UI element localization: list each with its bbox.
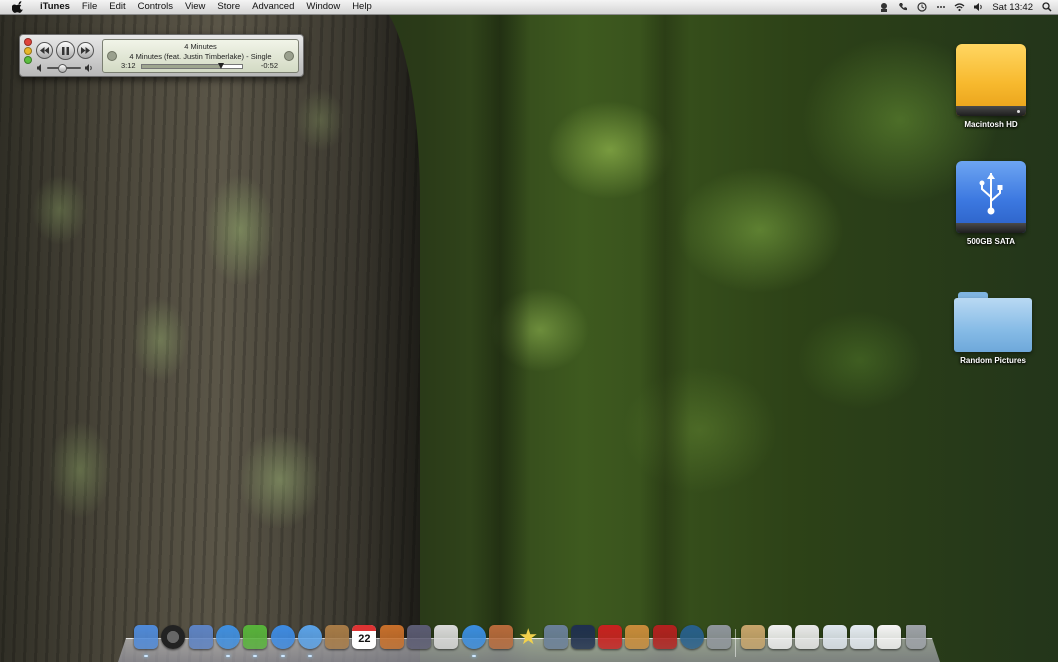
rewind-icon bbox=[40, 47, 49, 54]
dock-item-stocks[interactable] bbox=[434, 625, 459, 649]
dock-item-address-book[interactable] bbox=[325, 625, 350, 649]
pause-icon bbox=[62, 46, 69, 55]
menu-controls[interactable]: Controls bbox=[132, 0, 179, 14]
dock-item-safari[interactable] bbox=[215, 625, 240, 649]
dock-item-front-row[interactable] bbox=[598, 625, 623, 649]
menu-store[interactable]: Store bbox=[211, 0, 246, 14]
minimize-button[interactable] bbox=[24, 47, 32, 55]
calendar-day: 22 bbox=[358, 633, 371, 645]
now-playing-display: 4 Minutes 4 Minutes (feat. Justin Timber… bbox=[102, 39, 299, 73]
dock-item-finder[interactable] bbox=[134, 625, 158, 649]
running-indicator bbox=[307, 655, 312, 657]
desktop-icon-macintosh-hd[interactable]: Macintosh HD bbox=[941, 44, 1041, 129]
running-indicator bbox=[471, 655, 476, 657]
menu-file[interactable]: File bbox=[76, 0, 103, 14]
dock-item-notes-stack[interactable] bbox=[877, 625, 902, 649]
volume-knob[interactable] bbox=[57, 64, 67, 73]
wallpaper-tree-trunk bbox=[0, 0, 420, 662]
close-button[interactable] bbox=[24, 38, 32, 46]
dock-separator bbox=[734, 629, 736, 657]
running-indicator bbox=[280, 655, 285, 657]
dock-item-text-file[interactable] bbox=[767, 625, 792, 649]
dock-item-ical[interactable]: 22 bbox=[352, 625, 377, 649]
menu-bar: iTunes File Edit Controls View Store Adv… bbox=[0, 0, 1058, 15]
dock-item-documents-stack[interactable] bbox=[740, 625, 765, 649]
apple-menu-icon[interactable] bbox=[11, 1, 26, 13]
dock-item-messages[interactable] bbox=[297, 625, 322, 649]
volume-slider[interactable] bbox=[37, 63, 97, 73]
wallpaper-shadow bbox=[470, 0, 530, 662]
wallpaper-shadow bbox=[640, 0, 690, 662]
usb-drive-icon bbox=[956, 161, 1026, 233]
folder-icon bbox=[954, 292, 1032, 352]
menu-window[interactable]: Window bbox=[300, 0, 346, 14]
wifi-icon[interactable] bbox=[954, 2, 965, 13]
desktop-icon-label: Macintosh HD bbox=[964, 120, 1018, 129]
fast-forward-icon bbox=[81, 47, 90, 54]
dock-item-adium[interactable] bbox=[243, 625, 268, 649]
desktop-icon-random-pictures[interactable]: Random Pictures bbox=[943, 292, 1043, 365]
display-cycle-right-icon[interactable] bbox=[284, 51, 294, 61]
dock-item-pencil-app[interactable] bbox=[407, 625, 431, 649]
desktop-icon-label: Random Pictures bbox=[960, 356, 1026, 365]
dock-item-imovie-star[interactable]: ★ bbox=[516, 625, 540, 650]
running-indicator bbox=[253, 655, 258, 657]
itunes-mini-player[interactable]: 4 Minutes 4 Minutes (feat. Justin Timber… bbox=[19, 34, 304, 77]
display-cycle-left-icon[interactable] bbox=[107, 51, 117, 61]
dock-item-photo-booth[interactable] bbox=[652, 625, 677, 649]
dock-item-screenshot-1[interactable] bbox=[822, 625, 847, 649]
volume-high-icon bbox=[85, 64, 92, 72]
elapsed-time: 3:12 bbox=[121, 61, 136, 70]
pause-button[interactable] bbox=[56, 41, 75, 60]
dock-item-preview[interactable] bbox=[188, 625, 213, 649]
dock-item-spaces[interactable] bbox=[543, 625, 568, 649]
dock-item-screenshot-2[interactable] bbox=[849, 625, 874, 649]
dock-item-dashboard[interactable] bbox=[161, 625, 186, 649]
dock-item-itunes[interactable] bbox=[461, 625, 486, 649]
time-machine-icon[interactable] bbox=[916, 2, 927, 13]
dock-item-trash[interactable] bbox=[906, 625, 927, 649]
dock-item-pages-doc[interactable] bbox=[795, 625, 820, 649]
playhead-marker[interactable] bbox=[218, 63, 224, 69]
volume-low-icon bbox=[37, 64, 41, 72]
dock-item-garageband[interactable] bbox=[625, 625, 650, 649]
remaining-time: -0:52 bbox=[260, 61, 278, 70]
previous-track-button[interactable] bbox=[36, 42, 53, 59]
dock-item-iphoto[interactable] bbox=[488, 625, 513, 649]
next-track-button[interactable] bbox=[77, 42, 94, 59]
dock-item-ichat[interactable] bbox=[270, 625, 295, 649]
spotlight-icon[interactable] bbox=[1041, 2, 1052, 13]
running-indicator bbox=[225, 655, 230, 657]
sync-icon[interactable] bbox=[935, 2, 946, 13]
menu-clock[interactable]: Sat 13:42 bbox=[992, 2, 1033, 13]
menu-edit[interactable]: Edit bbox=[103, 0, 131, 14]
menu-extras: Sat 13:42 bbox=[878, 0, 1052, 14]
desktop-icon-label: 500GB SATA bbox=[966, 237, 1016, 246]
desktop-wallpaper bbox=[0, 0, 1058, 662]
progress-bar[interactable] bbox=[141, 63, 243, 69]
menu-app-name[interactable]: iTunes bbox=[34, 0, 76, 14]
running-indicator bbox=[144, 655, 148, 657]
desktop-icon-500gb-sata[interactable]: 500GB SATA bbox=[941, 161, 1041, 246]
phone-icon[interactable] bbox=[897, 2, 908, 13]
menu-advanced[interactable]: Advanced bbox=[246, 0, 300, 14]
volume-icon[interactable] bbox=[973, 2, 984, 13]
dock-item-keynote[interactable] bbox=[379, 625, 404, 649]
song-title: 4 Minutes bbox=[184, 42, 217, 51]
song-detail: 4 Minutes (feat. Justin Timberlake) - Si… bbox=[129, 52, 272, 61]
menu-help[interactable]: Help bbox=[346, 0, 378, 14]
zoom-button[interactable] bbox=[24, 56, 32, 64]
dock: 22 ★ bbox=[130, 623, 930, 659]
dock-item-system-preferences[interactable] bbox=[707, 625, 732, 649]
menu-view[interactable]: View bbox=[179, 0, 211, 14]
dock-item-ipad-simulator[interactable] bbox=[570, 625, 595, 649]
messenger-icon[interactable] bbox=[878, 2, 889, 13]
hard-drive-icon bbox=[956, 44, 1026, 116]
progress-fill bbox=[142, 65, 221, 68]
dock-item-time-machine[interactable] bbox=[680, 625, 704, 649]
